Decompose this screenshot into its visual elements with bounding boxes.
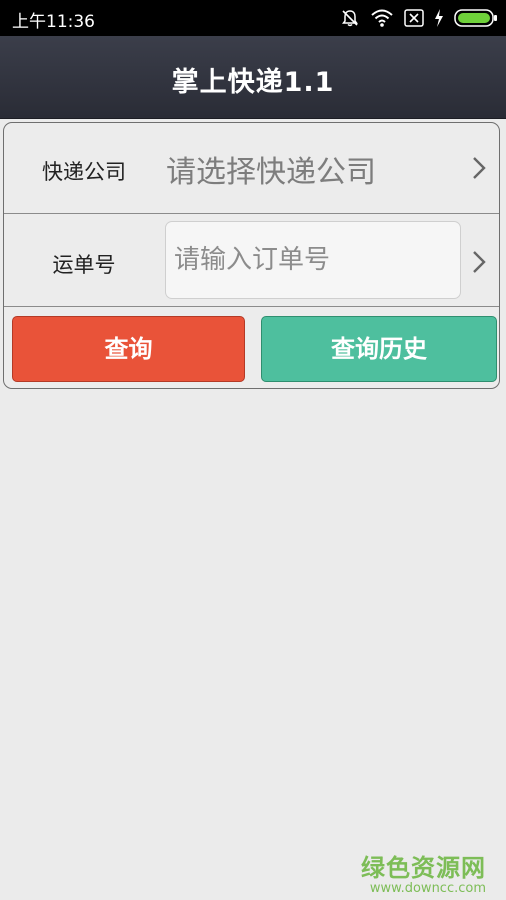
app-bar: 掌上快递1.1 (0, 36, 506, 119)
sim-icon (404, 9, 424, 27)
query-button[interactable]: 查询 (12, 316, 245, 382)
company-row[interactable]: 快递公司 请选择快递公司 (4, 123, 499, 214)
query-history-button[interactable]: 查询历史 (261, 316, 497, 382)
company-label: 快递公司 (42, 160, 126, 184)
battery-icon (454, 8, 498, 28)
app-title: 掌上快递1.1 (171, 67, 335, 98)
watermark: 绿色资源网 www.downcc.com (361, 848, 486, 896)
waybill-input[interactable] (165, 221, 461, 299)
chevron-right-icon[interactable] (471, 155, 487, 181)
charging-icon (434, 9, 444, 27)
query-form: 快递公司 请选择快递公司 运单号 查询 查询历史 (3, 122, 500, 389)
watermark-name: 绿色资源网 (361, 854, 486, 882)
status-icons (340, 6, 498, 30)
watermark-url: www.downcc.com (369, 881, 486, 896)
waybill-label: 运单号 (52, 253, 116, 277)
company-select[interactable]: 请选择快递公司 (166, 147, 466, 190)
status-bar: 上午11:36 (0, 0, 506, 36)
chevron-right-icon[interactable] (471, 249, 487, 275)
mute-icon (340, 8, 360, 28)
status-time: 上午11:36 (12, 12, 95, 32)
wifi-icon (370, 8, 394, 28)
